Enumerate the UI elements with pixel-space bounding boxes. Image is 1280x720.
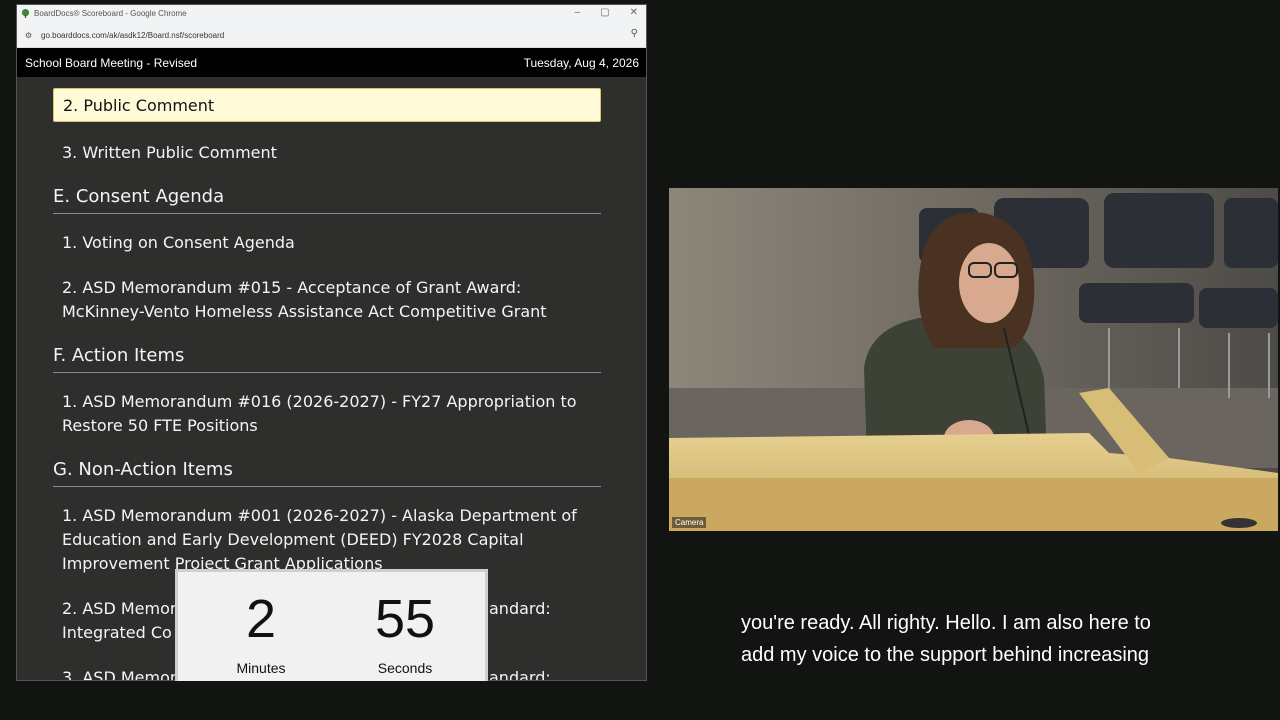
camera-image	[669, 188, 1278, 531]
agenda-item[interactable]: 1. ASD Memorandum #001 (2026-2027) - Ala…	[62, 504, 602, 528]
camera-label: Camera	[672, 517, 707, 528]
countdown-timer: 2 Minutes 55 Seconds	[175, 569, 488, 681]
meeting-date: Tuesday, Aug 4, 2026	[523, 56, 639, 70]
meeting-header: School Board Meeting - Revised Tuesday, …	[17, 48, 646, 77]
agenda-item[interactable]: 2. ASD Memorandum #015 - Acceptance of G…	[62, 276, 602, 300]
agenda-item-partial-right[interactable]: andard:	[489, 597, 609, 621]
title-bar: BoardDocs® Scoreboard - Google Chrome – …	[17, 5, 646, 23]
section-heading: G. Non-Action Items	[53, 458, 601, 487]
camera-feed: Camera	[669, 188, 1278, 531]
agenda-item[interactable]: 3. Written Public Comment	[62, 141, 602, 165]
agenda-item[interactable]: 1. ASD Memorandum #016 (2026-2027) - FY2…	[62, 390, 602, 414]
close-button[interactable]: ✕	[630, 7, 638, 18]
agenda-item[interactable]: 1. Voting on Consent Agenda	[62, 231, 602, 255]
agenda-item-continued[interactable]: Restore 50 FTE Positions	[62, 414, 602, 438]
agenda-item-active[interactable]: 2. Public Comment	[53, 88, 601, 122]
seconds-label: Seconds	[377, 660, 433, 676]
agenda-item-partial-right[interactable]: andard:	[489, 666, 609, 680]
caption-text: you're ready. All righty. Hello. I am al…	[741, 607, 1261, 671]
caption-line: add my voice to the support behind incre…	[741, 644, 1150, 666]
section-heading: E. Consent Agenda	[53, 185, 601, 214]
minimize-button[interactable]: –	[575, 7, 581, 18]
meeting-title: School Board Meeting - Revised	[25, 56, 198, 70]
site-settings-icon[interactable]: ⚙	[25, 31, 32, 40]
section-heading: F. Action Items	[53, 344, 601, 373]
boarddocs-tree-icon	[21, 9, 30, 18]
window-title: BoardDocs® Scoreboard - Google Chrome	[34, 9, 187, 18]
zoom-icon[interactable]: ⚲	[631, 28, 638, 39]
address-bar[interactable]: ⚙ go.boarddocs.com/ak/asdk12/Board.nsf/s…	[17, 23, 646, 48]
timer-minutes: 2 Minutes	[196, 572, 326, 676]
timer-seconds: 55 Seconds	[340, 572, 470, 676]
url-text[interactable]: go.boarddocs.com/ak/asdk12/Board.nsf/sco…	[41, 31, 224, 40]
window-controls: – ▢ ✕	[575, 7, 638, 18]
agenda-item-continued[interactable]: Education and Early Development (DEED) F…	[62, 528, 602, 552]
maximize-button[interactable]: ▢	[600, 7, 609, 18]
seconds-value: 55	[374, 589, 436, 649]
caption-line: you're ready. All righty. Hello. I am al…	[741, 612, 1151, 634]
minutes-value: 2	[245, 589, 277, 649]
agenda-item-continued[interactable]: McKinney-Vento Homeless Assistance Act C…	[62, 300, 602, 324]
minutes-label: Minutes	[236, 660, 286, 676]
